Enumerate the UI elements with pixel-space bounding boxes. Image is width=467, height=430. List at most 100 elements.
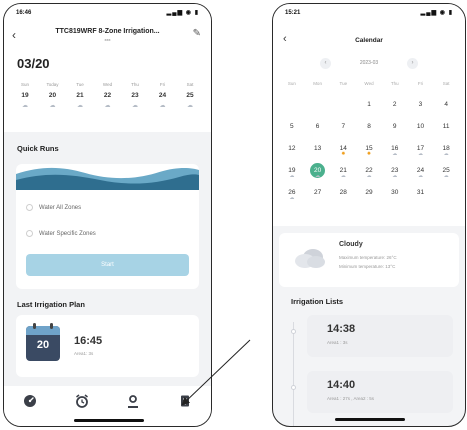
day-number: 31 [416,189,425,196]
calendar-day[interactable]: 6 [305,115,331,137]
back-icon[interactable]: ‹ [12,28,16,42]
radio-icon[interactable] [26,204,33,211]
week-day[interactable]: Sat 25 ☁ [179,82,201,122]
calendar-day-selected[interactable]: 20 ☁ [305,159,331,181]
weekday-label: Sat [442,81,450,86]
day-number: 7 [341,123,346,130]
calendar-day[interactable]: 23 ☁ [382,159,408,181]
max-temperature: Maximum temperature: 26°C [339,255,397,260]
water-specific-zones-label: Water Specific Zones [39,230,96,237]
week-day-name: Tue [76,82,84,87]
cloud-icon: ☁ [392,151,398,157]
calendar-day[interactable]: 12 [279,137,305,159]
week-day-date: 22 [103,92,112,99]
week-day[interactable]: Wed 22 ☁ [97,82,119,122]
calendar-day[interactable]: 21 ☁ [330,159,356,181]
calendar-day[interactable]: 9 [382,115,408,137]
week-day-date: 23 [131,92,139,99]
calendar-day[interactable]: 31 [408,181,434,203]
left-phone-screen: 16:46 ▂▄▆ ◉ ▮ ‹ TTC819WRF 8-Zone Irrigat… [3,3,212,427]
calendar-day [279,93,305,115]
next-month-button[interactable]: › [407,58,418,69]
week-day-name: Wed [102,82,113,87]
calendar-day[interactable]: 2 [382,93,408,115]
week-day[interactable]: Today 20 ☁ [42,82,64,122]
calendar-day[interactable]: 28 [330,181,356,203]
calendar-week-row: 19 ☁ 20 ☁ 21 ☁ 22 ☁ 23 ☁ 24 ☁ 25 ☁ [279,159,459,181]
calendar-day[interactable]: 4 [433,93,459,115]
last-irrigation-plan-card[interactable]: 20 16:45 Area1: 3s [16,315,199,377]
calendar-day[interactable]: 30 [382,181,408,203]
day-number [439,181,454,196]
calendar-day[interactable]: 15 ✹ [356,137,382,159]
irrigation-item[interactable]: 14:40 Area1 : 27s , Area2 : 5s [307,371,453,413]
week-day[interactable]: Fri 24 ☁ [152,82,174,122]
status-time: 15:21 [285,10,301,16]
cloud-icon: ☁ [443,173,449,179]
calendar-day[interactable]: 16 ☁ [382,137,408,159]
tab-home[interactable] [21,392,39,410]
calendar-day[interactable]: 10 [408,115,434,137]
calendar-day[interactable]: 8 [356,115,382,137]
cloud-icon: ☁ [187,103,193,109]
calendar-day[interactable]: 11 [433,115,459,137]
day-number: 9 [392,123,397,130]
calendar-day[interactable]: 17 ☁ [408,137,434,159]
calendar-icon: 20 [26,323,60,361]
calendar-day[interactable]: 22 ☁ [356,159,382,181]
day-number [336,93,351,108]
cloud-icon: ☁ [49,103,56,109]
week-day-name: Sat [186,82,194,87]
irrigation-detail: Area1 : 27s , Area2 : 5s [327,396,375,401]
calendar-day[interactable]: 1 [356,93,382,115]
weather-condition: Cloudy [339,241,363,248]
max-temp-value: 26°C [386,255,397,260]
calendar-day[interactable]: 27 [305,181,331,203]
calendar-day[interactable]: 5 [279,115,305,137]
week-day[interactable]: Sun 19 ☁ [14,82,36,122]
water-all-zones-option[interactable]: Water All Zones [26,204,81,211]
edit-icon[interactable]: ✎ [193,28,201,39]
radio-icon[interactable] [26,230,33,237]
calendar-day[interactable]: 26 ☁ [279,181,305,203]
last-plan-time: 16:45 [74,335,103,347]
week-strip: Sun 19 ☁ Today 20 ☁ Tue 21 ☁ Wed 22 ☁ Thu 23 ☁ Fri 24 ☁ Sa… [14,82,201,122]
person-icon [128,395,139,408]
tab-profile[interactable] [124,392,142,410]
week-day-date: 24 [158,92,167,99]
day-number: 2 [392,101,397,108]
week-day-name: Sun [20,82,29,87]
week-day-name: Today [46,82,59,87]
day-number: 4 [444,101,448,108]
cloud-icon: ☁ [443,151,449,157]
nav-bar: ‹ TTC819WRF 8-Zone Irrigation... xxx ✎ [4,24,211,48]
week-day[interactable]: Thu 23 ☁ [124,82,146,122]
water-specific-zones-option[interactable]: Water Specific Zones [26,230,96,237]
day-number: 11 [442,123,450,130]
calendar-day[interactable]: 7 [330,115,356,137]
calendar-day[interactable]: 19 ☁ [279,159,305,181]
start-button[interactable]: Start [26,254,189,276]
calendar-day[interactable]: 3 [408,93,434,115]
tab-records[interactable] [176,392,194,410]
home-indicator [74,419,144,422]
calendar-day[interactable]: 25 ☁ [433,159,459,181]
alarm-clock-icon [75,394,88,408]
calendar-day[interactable]: 24 ☁ [408,159,434,181]
page-title: Calendar [355,37,383,44]
day-number: 1 [367,101,371,108]
calendar-day[interactable]: 14 ✹ [330,137,356,159]
cloud-icon: ☁ [366,173,372,179]
calendar-day[interactable]: 29 [356,181,382,203]
calendar-day[interactable]: 13 [305,137,331,159]
weekday-label: Tue [339,81,348,86]
week-day-date: 21 [76,92,84,99]
quick-runs-title: Quick Runs [17,144,59,153]
week-day[interactable]: Tue 21 ☁ [69,82,91,122]
calendar-day[interactable]: 18 ☁ [433,137,459,159]
tab-timer[interactable] [73,392,91,410]
irrigation-item[interactable]: 14:38 Area1 : 3s [307,315,453,357]
quick-runs-card: Water All Zones Water Specific Zones Sta… [16,164,199,289]
current-date: 03/20 [17,56,50,71]
status-icons: ▂▄▆ ◉ ▮ [166,10,199,16]
